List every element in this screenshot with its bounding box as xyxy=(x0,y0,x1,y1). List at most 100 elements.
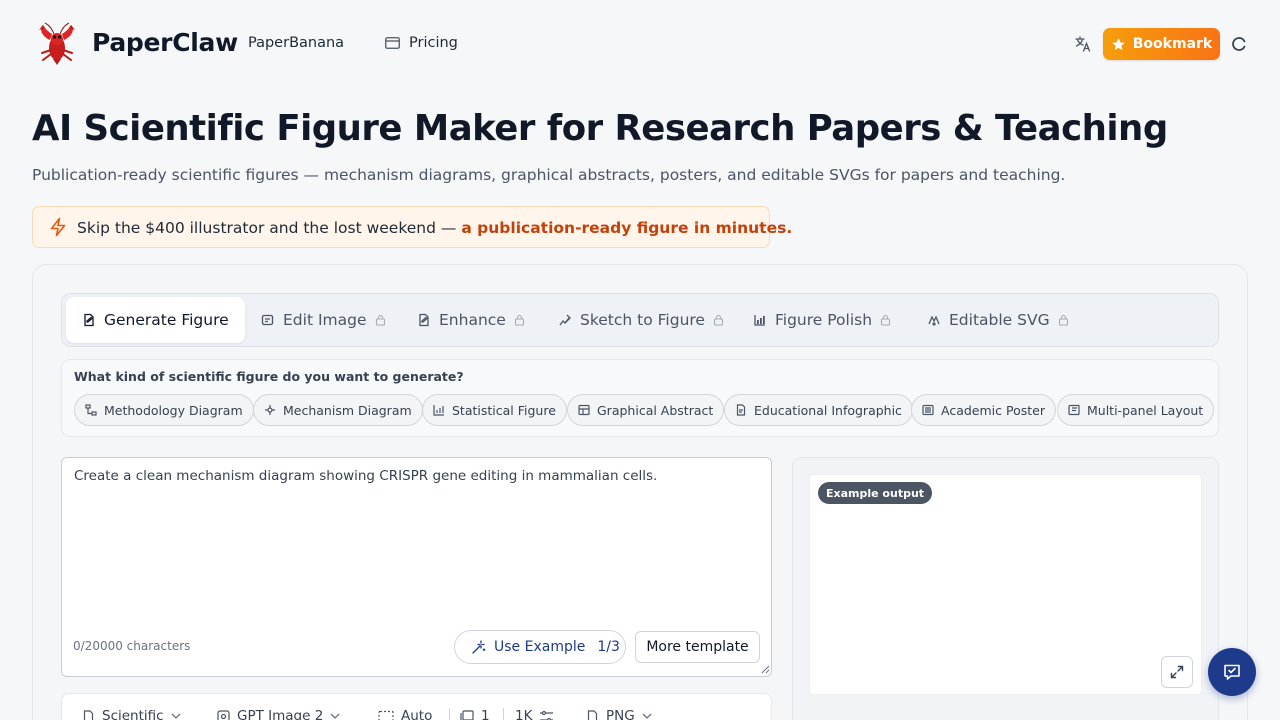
sliders-icon xyxy=(539,710,554,720)
style-value: Scientific xyxy=(102,708,164,720)
chat-icon xyxy=(1222,662,1242,682)
tab-label: Editable SVG xyxy=(949,311,1050,329)
tab-label: Edit Image xyxy=(283,311,367,329)
resolution-select[interactable]: 1K xyxy=(515,708,554,720)
svg-icon xyxy=(927,313,941,327)
count-value: 1 xyxy=(481,708,490,720)
site-header: PaperClaw PaperBanana Pricing Bookmark xyxy=(0,0,1280,88)
expand-button[interactable] xyxy=(1161,656,1193,688)
chip-label: Academic Poster xyxy=(941,402,1045,418)
network-icon xyxy=(264,404,276,416)
more-template-button[interactable]: More template xyxy=(635,631,760,663)
promo-highlight: a publication-ready figure in minutes. xyxy=(461,218,793,237)
promo-text: Skip the $400 illustrator and the lost w… xyxy=(77,218,462,237)
chevron-down-icon xyxy=(330,713,340,719)
credit-card-icon xyxy=(385,37,400,49)
use-example-button[interactable]: Use Example 1/3 xyxy=(454,630,626,664)
resolution-value: 1K xyxy=(515,708,533,720)
promo-banner: Skip the $400 illustrator and the lost w… xyxy=(32,206,792,248)
chip-label: Graphical Abstract xyxy=(597,402,714,418)
example-output-badge: Example output xyxy=(818,482,933,504)
output-preview xyxy=(809,474,1202,695)
chip-label: Multi-panel Layout xyxy=(1087,402,1204,418)
chip-statistical-figure[interactable]: Statistical Figure xyxy=(422,394,567,426)
tab-editable-svg[interactable]: Editable SVG xyxy=(927,297,1069,343)
use-example-count: 1/3 xyxy=(597,639,620,655)
lock-icon xyxy=(1058,314,1069,326)
tab-label: Sketch to Figure xyxy=(580,311,705,329)
magic-wand-icon xyxy=(471,639,486,655)
chevron-down-icon xyxy=(642,713,652,719)
brand-name[interactable]: PaperClaw xyxy=(92,28,238,57)
lightning-icon xyxy=(49,217,67,237)
lock-icon xyxy=(713,314,724,326)
file-icon xyxy=(586,709,599,720)
character-count: 0/20000 characters xyxy=(73,639,191,653)
model-icon xyxy=(217,709,230,720)
bookmark-label: Bookmark xyxy=(1132,36,1213,52)
style-select[interactable]: Scientific xyxy=(82,708,181,720)
tab-generate-figure[interactable]: Generate Figure xyxy=(66,297,245,343)
chip-label: Educational Infographic xyxy=(754,402,902,418)
tab-label: Generate Figure xyxy=(104,311,229,329)
tab-enhance[interactable]: Enhance xyxy=(417,297,525,343)
chip-label: Methodology Diagram xyxy=(104,402,243,418)
chip-academic-poster[interactable]: Academic Poster xyxy=(911,394,1056,426)
chart-icon xyxy=(753,313,767,327)
resize-handle-icon[interactable] xyxy=(761,665,770,674)
chip-graphical-abstract[interactable]: Graphical Abstract xyxy=(567,394,725,426)
tab-figure-polish[interactable]: Figure Polish xyxy=(753,297,891,343)
tool-tabs: Generate Figure Edit Image Enhance Sketc… xyxy=(61,293,1219,347)
prompt-value: Create a clean mechanism diagram showing… xyxy=(74,468,658,484)
model-select[interactable]: GPT Image 2 xyxy=(217,708,340,720)
chat-support-button[interactable] xyxy=(1208,648,1256,696)
divider xyxy=(449,708,450,720)
chip-methodology-diagram[interactable]: Methodology Diagram xyxy=(74,394,254,426)
lock-icon xyxy=(375,314,386,326)
format-value: PNG xyxy=(606,708,635,720)
model-value: GPT Image 2 xyxy=(237,708,324,720)
bookmark-button[interactable]: Bookmark xyxy=(1103,28,1220,60)
document-edit-icon xyxy=(82,313,96,327)
tab-label: Figure Polish xyxy=(775,311,873,329)
nav-pricing-label: Pricing xyxy=(409,35,458,51)
edit-image-icon xyxy=(261,313,275,327)
expand-icon xyxy=(1170,665,1184,679)
aspect-value: Auto xyxy=(401,708,433,720)
document-icon xyxy=(82,709,95,720)
figure-type-question: What kind of scientific figure do you wa… xyxy=(74,369,464,384)
chevron-down-icon xyxy=(171,713,181,719)
divider xyxy=(503,708,504,720)
page-subtitle: Publication-ready scientific figures — m… xyxy=(32,166,1066,184)
use-example-label: Use Example xyxy=(494,639,586,655)
lock-icon xyxy=(514,314,525,326)
image-count-select[interactable]: 1 xyxy=(460,708,490,720)
chip-educational-infographic[interactable]: Educational Infographic xyxy=(724,394,913,426)
images-icon xyxy=(460,709,474,720)
poster-icon xyxy=(922,404,934,416)
aspect-ratio-select[interactable]: Auto xyxy=(378,708,432,720)
tab-edit-image[interactable]: Edit Image xyxy=(261,297,386,343)
nav-paperbanana-link[interactable]: PaperBanana xyxy=(248,35,344,51)
chip-multi-panel-layout[interactable]: Multi-panel Layout xyxy=(1057,394,1215,426)
aspect-ratio-icon xyxy=(378,710,394,720)
format-select[interactable]: PNG xyxy=(586,708,652,720)
loading-spinner-icon xyxy=(1231,36,1247,52)
document-icon xyxy=(735,404,747,416)
tab-label: Enhance xyxy=(439,311,506,329)
star-icon xyxy=(1111,37,1126,52)
translate-icon[interactable] xyxy=(1074,35,1092,53)
chip-label: Mechanism Diagram xyxy=(283,402,412,418)
tab-sketch-to-figure[interactable]: Sketch to Figure xyxy=(558,297,724,343)
lobster-logo-icon[interactable] xyxy=(33,22,79,66)
chip-mechanism-diagram[interactable]: Mechanism Diagram xyxy=(253,394,423,426)
chip-label: Statistical Figure xyxy=(452,402,556,418)
sketch-icon xyxy=(558,313,572,327)
panels-icon xyxy=(1068,404,1080,416)
bar-chart-icon xyxy=(433,404,445,416)
lock-icon xyxy=(880,314,891,326)
nav-pricing-link[interactable]: Pricing xyxy=(385,35,458,51)
layout-icon xyxy=(578,404,590,416)
page-title: AI Scientific Figure Maker for Research … xyxy=(32,108,1168,149)
enhance-icon xyxy=(417,313,431,327)
